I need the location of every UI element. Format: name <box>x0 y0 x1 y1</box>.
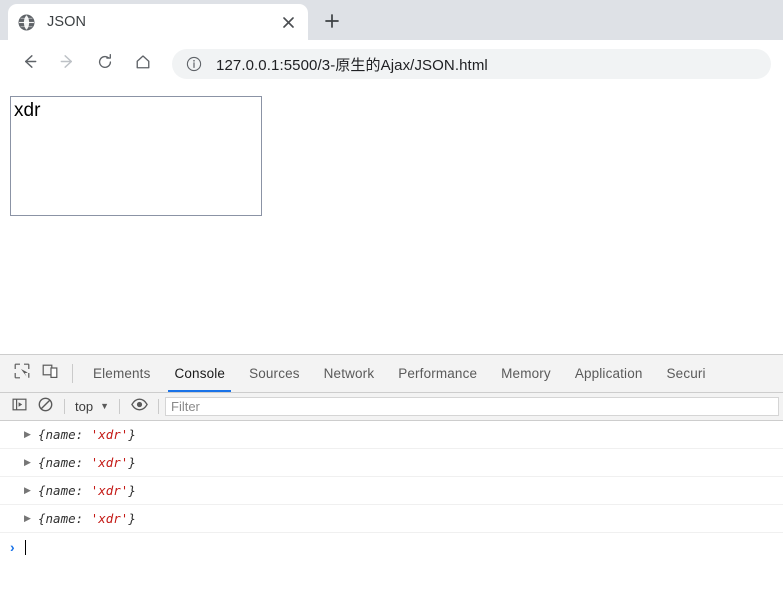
tab-performance[interactable]: Performance <box>386 355 489 392</box>
chevron-down-icon: ▼ <box>100 401 109 411</box>
object-suffix: } <box>128 455 136 470</box>
page-content-box: xdr <box>10 96 262 216</box>
tab-strip: JSON <box>0 0 783 40</box>
object-suffix: } <box>128 483 136 498</box>
globe-icon <box>18 14 35 31</box>
console-sidebar-icon <box>12 397 27 417</box>
tab-application[interactable]: Application <box>563 355 655 392</box>
console-context-label: top <box>75 399 94 414</box>
console-sidebar-button[interactable] <box>6 397 32 417</box>
console-toolbar-divider-3 <box>158 399 159 414</box>
console-toolbar: top ▼ <box>0 393 783 421</box>
device-toolbar-button[interactable] <box>36 355 64 392</box>
text-cursor <box>24 539 26 555</box>
object-prefix: {name: <box>38 455 91 470</box>
reload-button[interactable] <box>88 47 122 81</box>
forward-button[interactable] <box>50 47 84 81</box>
tab-title: JSON <box>47 14 87 30</box>
console-message-row[interactable]: ▶ {name: 'xdr'} <box>0 505 783 533</box>
page-viewport: xdr <box>0 88 783 354</box>
live-expression-eye-icon <box>130 398 148 416</box>
console-input-row[interactable]: › <box>0 533 783 561</box>
home-icon <box>134 53 152 76</box>
expand-arrow-icon[interactable]: ▶ <box>24 458 36 467</box>
clear-console-button[interactable] <box>32 397 58 417</box>
object-prefix: {name: <box>38 483 91 498</box>
new-tab-button[interactable] <box>318 9 346 37</box>
object-suffix: } <box>128 427 136 442</box>
devtools-panel: Elements Console Sources Network Perform… <box>0 354 783 602</box>
tab-memory[interactable]: Memory <box>489 355 563 392</box>
console-message-row[interactable]: ▶ {name: 'xdr'} <box>0 477 783 505</box>
object-suffix: } <box>128 511 136 526</box>
live-expression-button[interactable] <box>126 398 152 416</box>
object-prefix: {name: <box>38 427 91 442</box>
console-message-text: {name: 'xdr'} <box>38 427 136 442</box>
inspect-element-button[interactable] <box>8 355 36 392</box>
console-message-row[interactable]: ▶ {name: 'xdr'} <box>0 449 783 477</box>
arrow-right-icon <box>58 52 77 76</box>
inspect-element-icon <box>14 363 30 384</box>
back-button[interactable] <box>12 47 46 81</box>
console-message-row[interactable]: ▶ {name: 'xdr'} <box>0 421 783 449</box>
console-toolbar-divider-2 <box>119 399 120 414</box>
expand-arrow-icon[interactable]: ▶ <box>24 514 36 523</box>
tab-console[interactable]: Console <box>162 355 237 392</box>
address-bar[interactable]: 127.0.0.1:5500/3-原生的Ajax/JSON.html <box>172 49 771 79</box>
string-value: 'xdr' <box>90 427 129 442</box>
expand-arrow-icon[interactable]: ▶ <box>24 486 36 495</box>
console-message-list: ▶ {name: 'xdr'} ▶ {name: 'xdr'} ▶ {name:… <box>0 421 783 602</box>
arrow-left-icon <box>20 52 39 76</box>
toolbar-divider <box>72 364 73 383</box>
tab-elements[interactable]: Elements <box>81 355 162 392</box>
string-value: 'xdr' <box>90 455 129 470</box>
console-message-text: {name: 'xdr'} <box>38 483 136 498</box>
address-bar-url: 127.0.0.1:5500/3-原生的Ajax/JSON.html <box>216 56 488 74</box>
clear-console-icon <box>38 397 53 417</box>
info-circle-icon[interactable] <box>186 56 202 72</box>
devtools-tab-bar: Elements Console Sources Network Perform… <box>0 355 783 393</box>
string-value: 'xdr' <box>90 511 129 526</box>
browser-toolbar: 127.0.0.1:5500/3-原生的Ajax/JSON.html <box>0 40 783 88</box>
console-filter[interactable] <box>165 397 779 416</box>
page-content-text: xdr <box>14 100 41 121</box>
plus-icon <box>325 13 339 33</box>
home-button[interactable] <box>126 47 160 81</box>
console-toolbar-divider <box>64 399 65 414</box>
tab-security[interactable]: Securi <box>655 355 718 392</box>
browser-chrome: JSON 127.0.0.1:5500/3-原生的Ajax/JSON.html <box>0 0 783 88</box>
reload-icon <box>96 53 114 76</box>
console-context-selector[interactable]: top ▼ <box>71 399 113 414</box>
prompt-caret-icon: › <box>10 539 15 555</box>
console-filter-input[interactable] <box>171 399 773 414</box>
console-message-text: {name: 'xdr'} <box>38 455 136 470</box>
string-value: 'xdr' <box>90 483 129 498</box>
tab-network[interactable]: Network <box>312 355 387 392</box>
close-icon[interactable] <box>278 12 298 32</box>
object-prefix: {name: <box>38 511 91 526</box>
console-message-text: {name: 'xdr'} <box>38 511 136 526</box>
device-toolbar-icon <box>42 363 58 384</box>
expand-arrow-icon[interactable]: ▶ <box>24 430 36 439</box>
tab-sources[interactable]: Sources <box>237 355 312 392</box>
browser-tab[interactable]: JSON <box>8 4 308 40</box>
